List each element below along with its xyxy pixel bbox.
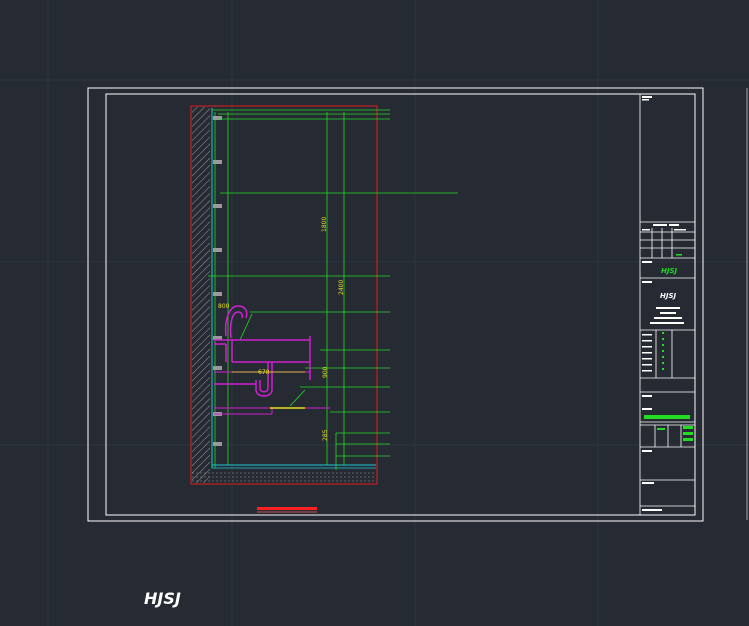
cad-drawing-canvas[interactable]: HJSJ HJSJ 1800 2400 800 900 670 285 HJSJ	[0, 0, 749, 626]
dimension-900: 900	[322, 366, 329, 378]
wall-fixing-brackets	[213, 116, 222, 446]
floor-hatch	[192, 470, 376, 483]
leader-lines	[208, 109, 458, 470]
scale-bar	[257, 507, 317, 510]
dimension-800: 800	[218, 303, 230, 310]
dimension-2400: 2400	[338, 280, 345, 295]
cad-drawing-viewport[interactable]: HJSJ HJSJ 1800 2400 800 900 670 285 HJSJ	[0, 0, 749, 626]
title-block-text-marks	[642, 96, 686, 511]
dimension-285: 285	[322, 429, 329, 441]
dimension-1800: 1800	[321, 217, 328, 232]
title-block-company-logo: HJSJ	[660, 292, 677, 300]
company-logo: HJSJ	[144, 589, 181, 608]
sheet-outer-frame	[87, 87, 704, 522]
dimension-670: 670	[258, 369, 270, 376]
title-block-logo: HJSJ	[661, 267, 678, 275]
wall-hatch	[192, 107, 210, 483]
